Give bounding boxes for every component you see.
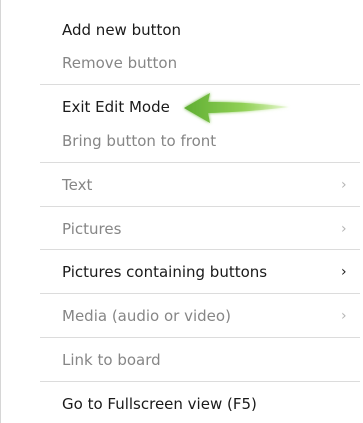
- menu-item-label: Exit Edit Mode: [62, 98, 170, 116]
- menu-separator: [40, 162, 360, 163]
- menu-item-label: Text: [62, 176, 93, 194]
- menu-item-label: Link to board: [62, 351, 161, 369]
- menu-item-media[interactable]: Media (audio or video) ›: [0, 302, 363, 330]
- menu-item-label: Media (audio or video): [62, 307, 231, 325]
- menu-separator: [40, 206, 360, 207]
- menu-item-label: Remove button: [62, 54, 178, 72]
- menu-separator: [40, 84, 360, 85]
- menu-item-label: Go to Fullscreen view (F5): [62, 395, 257, 413]
- menu-item-fullscreen-view[interactable]: Go to Fullscreen view (F5): [0, 390, 363, 418]
- menu-item-label: Bring button to front: [62, 132, 217, 150]
- menu-separator: [40, 381, 360, 382]
- arrow-left-icon: [184, 93, 289, 123]
- menu-item-label: Add new button: [62, 21, 182, 39]
- context-menu: Add new button Remove button Exit Edit M…: [0, 0, 363, 423]
- menu-separator: [40, 293, 360, 294]
- menu-item-text[interactable]: Text ›: [0, 171, 363, 199]
- chevron-right-icon: ›: [341, 264, 347, 280]
- menu-item-pictures[interactable]: Pictures ›: [0, 215, 363, 243]
- menu-item-add-new-button[interactable]: Add new button: [0, 16, 363, 44]
- menu-separator: [40, 337, 360, 338]
- menu-item-link-to-board[interactable]: Link to board: [0, 346, 363, 374]
- menu-item-bring-to-front[interactable]: Bring button to front: [0, 127, 363, 155]
- menu-separator: [40, 249, 360, 250]
- chevron-right-icon: ›: [341, 308, 347, 324]
- menu-item-label: Pictures: [62, 220, 122, 238]
- menu-item-label: Pictures containing buttons: [62, 263, 268, 281]
- menu-item-remove-button[interactable]: Remove button: [0, 49, 363, 77]
- chevron-right-icon: ›: [341, 221, 347, 237]
- chevron-right-icon: ›: [341, 177, 347, 193]
- menu-item-pictures-containing-buttons[interactable]: Pictures containing buttons ›: [0, 258, 363, 286]
